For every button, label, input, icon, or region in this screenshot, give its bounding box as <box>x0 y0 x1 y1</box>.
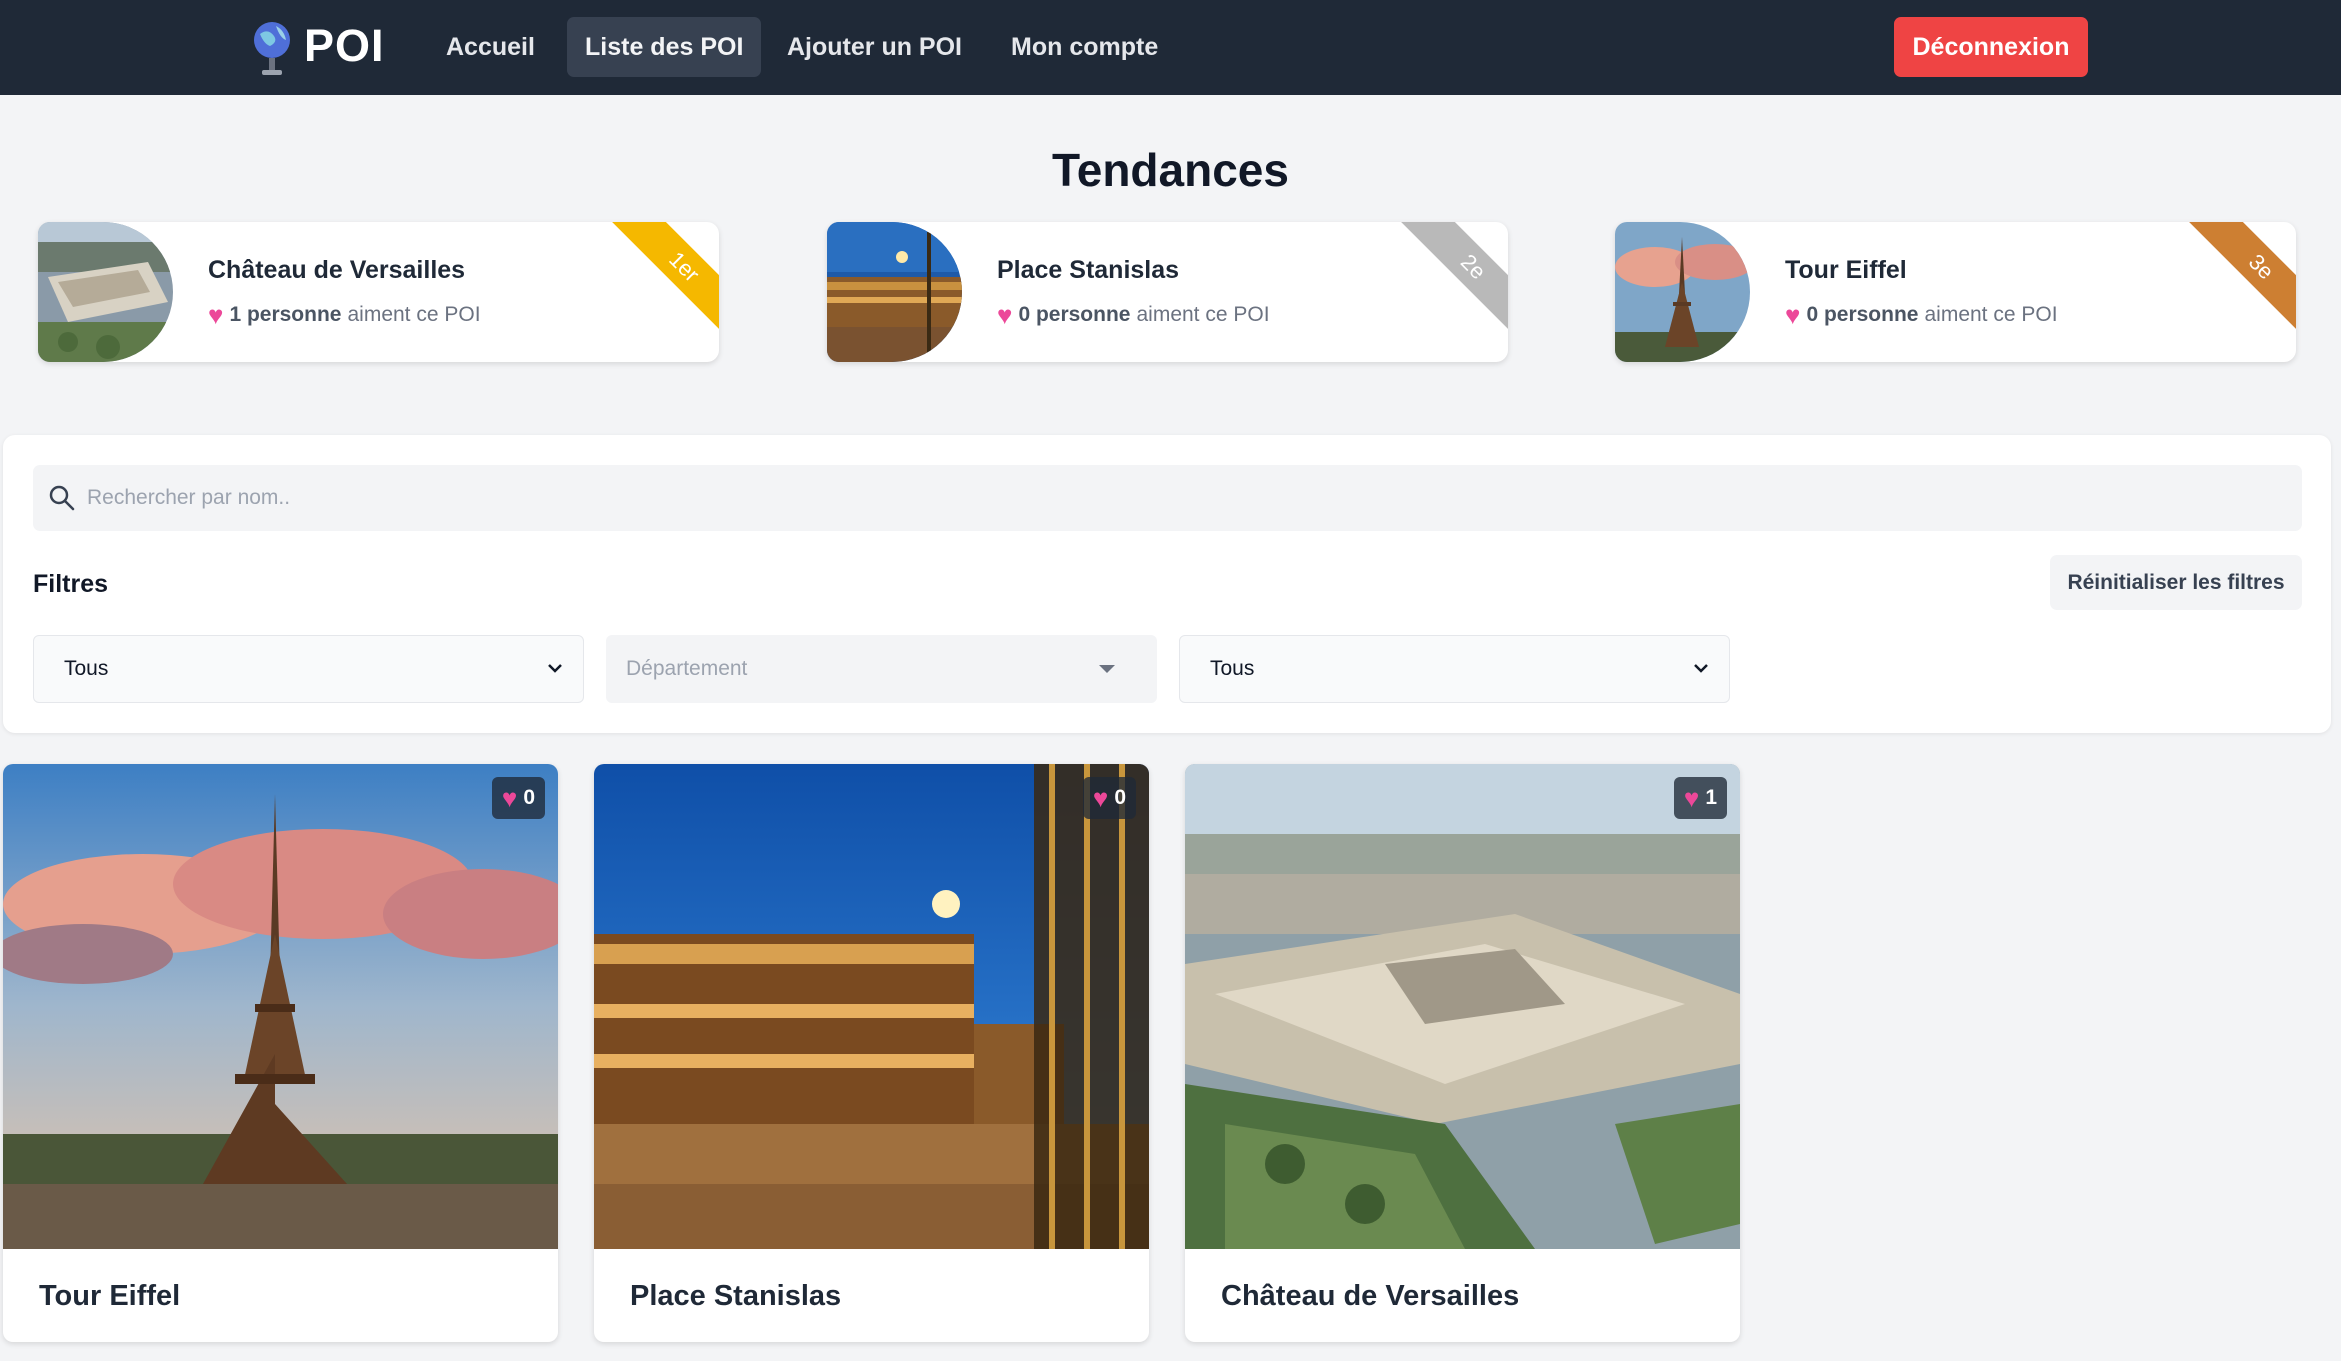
poi-name: Château de Versailles <box>1221 1280 1520 1312</box>
trending-card-stanislas[interactable]: Place Stanislas ♥ 0 personne aiment ce P… <box>827 222 1508 362</box>
trending-card-eiffel[interactable]: Tour Eiffel ♥ 0 personne aiment ce POI 3… <box>1615 222 2296 362</box>
heart-icon: ♥ <box>1683 783 1700 813</box>
poi-card-stanislas[interactable]: ♥ 0 Place Stanislas <box>594 764 1149 1342</box>
nav-link-liste-des-poi[interactable]: Liste des POI <box>567 17 762 77</box>
stanislas-thumbnail <box>827 222 962 362</box>
trending-name: Place Stanislas <box>997 256 1180 284</box>
nav-link-ajouter-un-poi[interactable]: Ajouter un POI <box>769 17 980 77</box>
chevron-down-icon <box>1694 664 1708 673</box>
trending-card-versailles[interactable]: Château de Versailles ♥ 1 personne aimen… <box>38 222 719 362</box>
eiffel-photo <box>3 764 558 1249</box>
brand[interactable]: POI <box>250 16 385 76</box>
department-select[interactable]: Département <box>606 635 1157 703</box>
nav-link-mon-compte[interactable]: Mon compte <box>993 17 1176 77</box>
navbar: POI Accueil Liste des POI Ajouter un POI… <box>0 0 2341 95</box>
eiffel-thumbnail <box>1615 222 1750 362</box>
like-badge[interactable]: ♥ 0 <box>1082 777 1136 819</box>
rank-label: 1er <box>610 222 719 332</box>
heart-icon: ♥ <box>208 300 224 330</box>
like-count: 0 <box>523 786 535 809</box>
versailles-photo <box>1185 764 1740 1249</box>
rank-ribbon: 3e <box>2186 222 2296 332</box>
brand-name: POI <box>304 20 385 71</box>
heart-icon: ♥ <box>997 300 1013 330</box>
poi-card-versailles[interactable]: ♥ 1 Château de Versailles <box>1185 764 1740 1342</box>
rank-label: 2e <box>1399 222 1508 332</box>
search-input[interactable] <box>87 486 2267 510</box>
select-value: Tous <box>1210 657 1255 680</box>
rank-ribbon: 2e <box>1398 222 1508 332</box>
dropdown-arrow-icon <box>1099 665 1115 673</box>
filters-label: Filtres <box>33 570 109 598</box>
like-count: 0 personne <box>1806 303 1919 326</box>
search-bar[interactable] <box>33 465 2302 531</box>
like-count: 0 <box>1114 786 1126 809</box>
logout-button[interactable]: Déconnexion <box>1894 17 2088 77</box>
filter-select-1[interactable]: Tous <box>33 635 584 703</box>
filter-select-3[interactable]: Tous <box>1179 635 1730 703</box>
trending-likes: ♥ 0 personne aiment ce POI <box>997 302 1270 328</box>
chevron-down-icon <box>548 664 562 673</box>
heart-icon: ♥ <box>1092 783 1109 813</box>
rank-label: 3e <box>2187 222 2296 332</box>
trending-likes: ♥ 1 personne aiment ce POI <box>208 302 481 328</box>
like-badge[interactable]: ♥ 0 <box>491 777 545 819</box>
heart-icon: ♥ <box>1785 300 1801 330</box>
heart-icon: ♥ <box>501 783 518 813</box>
stanislas-photo <box>594 764 1149 1249</box>
like-text: aiment ce POI <box>347 303 481 326</box>
trending-name: Château de Versailles <box>208 256 466 284</box>
department-placeholder: Département <box>626 657 748 680</box>
like-count: 1 <box>1705 786 1717 809</box>
trending-title: Tendances <box>1052 144 1289 196</box>
poi-name: Place Stanislas <box>630 1280 842 1312</box>
select-value: Tous <box>64 657 109 680</box>
poi-name: Tour Eiffel <box>39 1280 181 1312</box>
rank-ribbon: 1er <box>609 222 719 332</box>
search-icon <box>49 485 75 511</box>
versailles-thumbnail <box>38 222 173 362</box>
trending-likes: ♥ 0 personne aiment ce POI <box>1785 302 2058 328</box>
globe-logo-icon <box>254 22 290 75</box>
like-text: aiment ce POI <box>1136 303 1270 326</box>
filter-panel: Filtres Réinitialiser les filtres Tous D… <box>3 435 2331 733</box>
like-badge[interactable]: ♥ 1 <box>1673 777 1727 819</box>
like-count: 0 personne <box>1018 303 1131 326</box>
poi-card-eiffel[interactable]: ♥ 0 Tour Eiffel <box>3 764 558 1342</box>
nav-link-accueil[interactable]: Accueil <box>428 17 553 77</box>
trending-name: Tour Eiffel <box>1785 256 1907 284</box>
like-text: aiment ce POI <box>1924 303 2058 326</box>
like-count: 1 personne <box>229 303 342 326</box>
reset-filters-button[interactable]: Réinitialiser les filtres <box>2050 555 2302 610</box>
